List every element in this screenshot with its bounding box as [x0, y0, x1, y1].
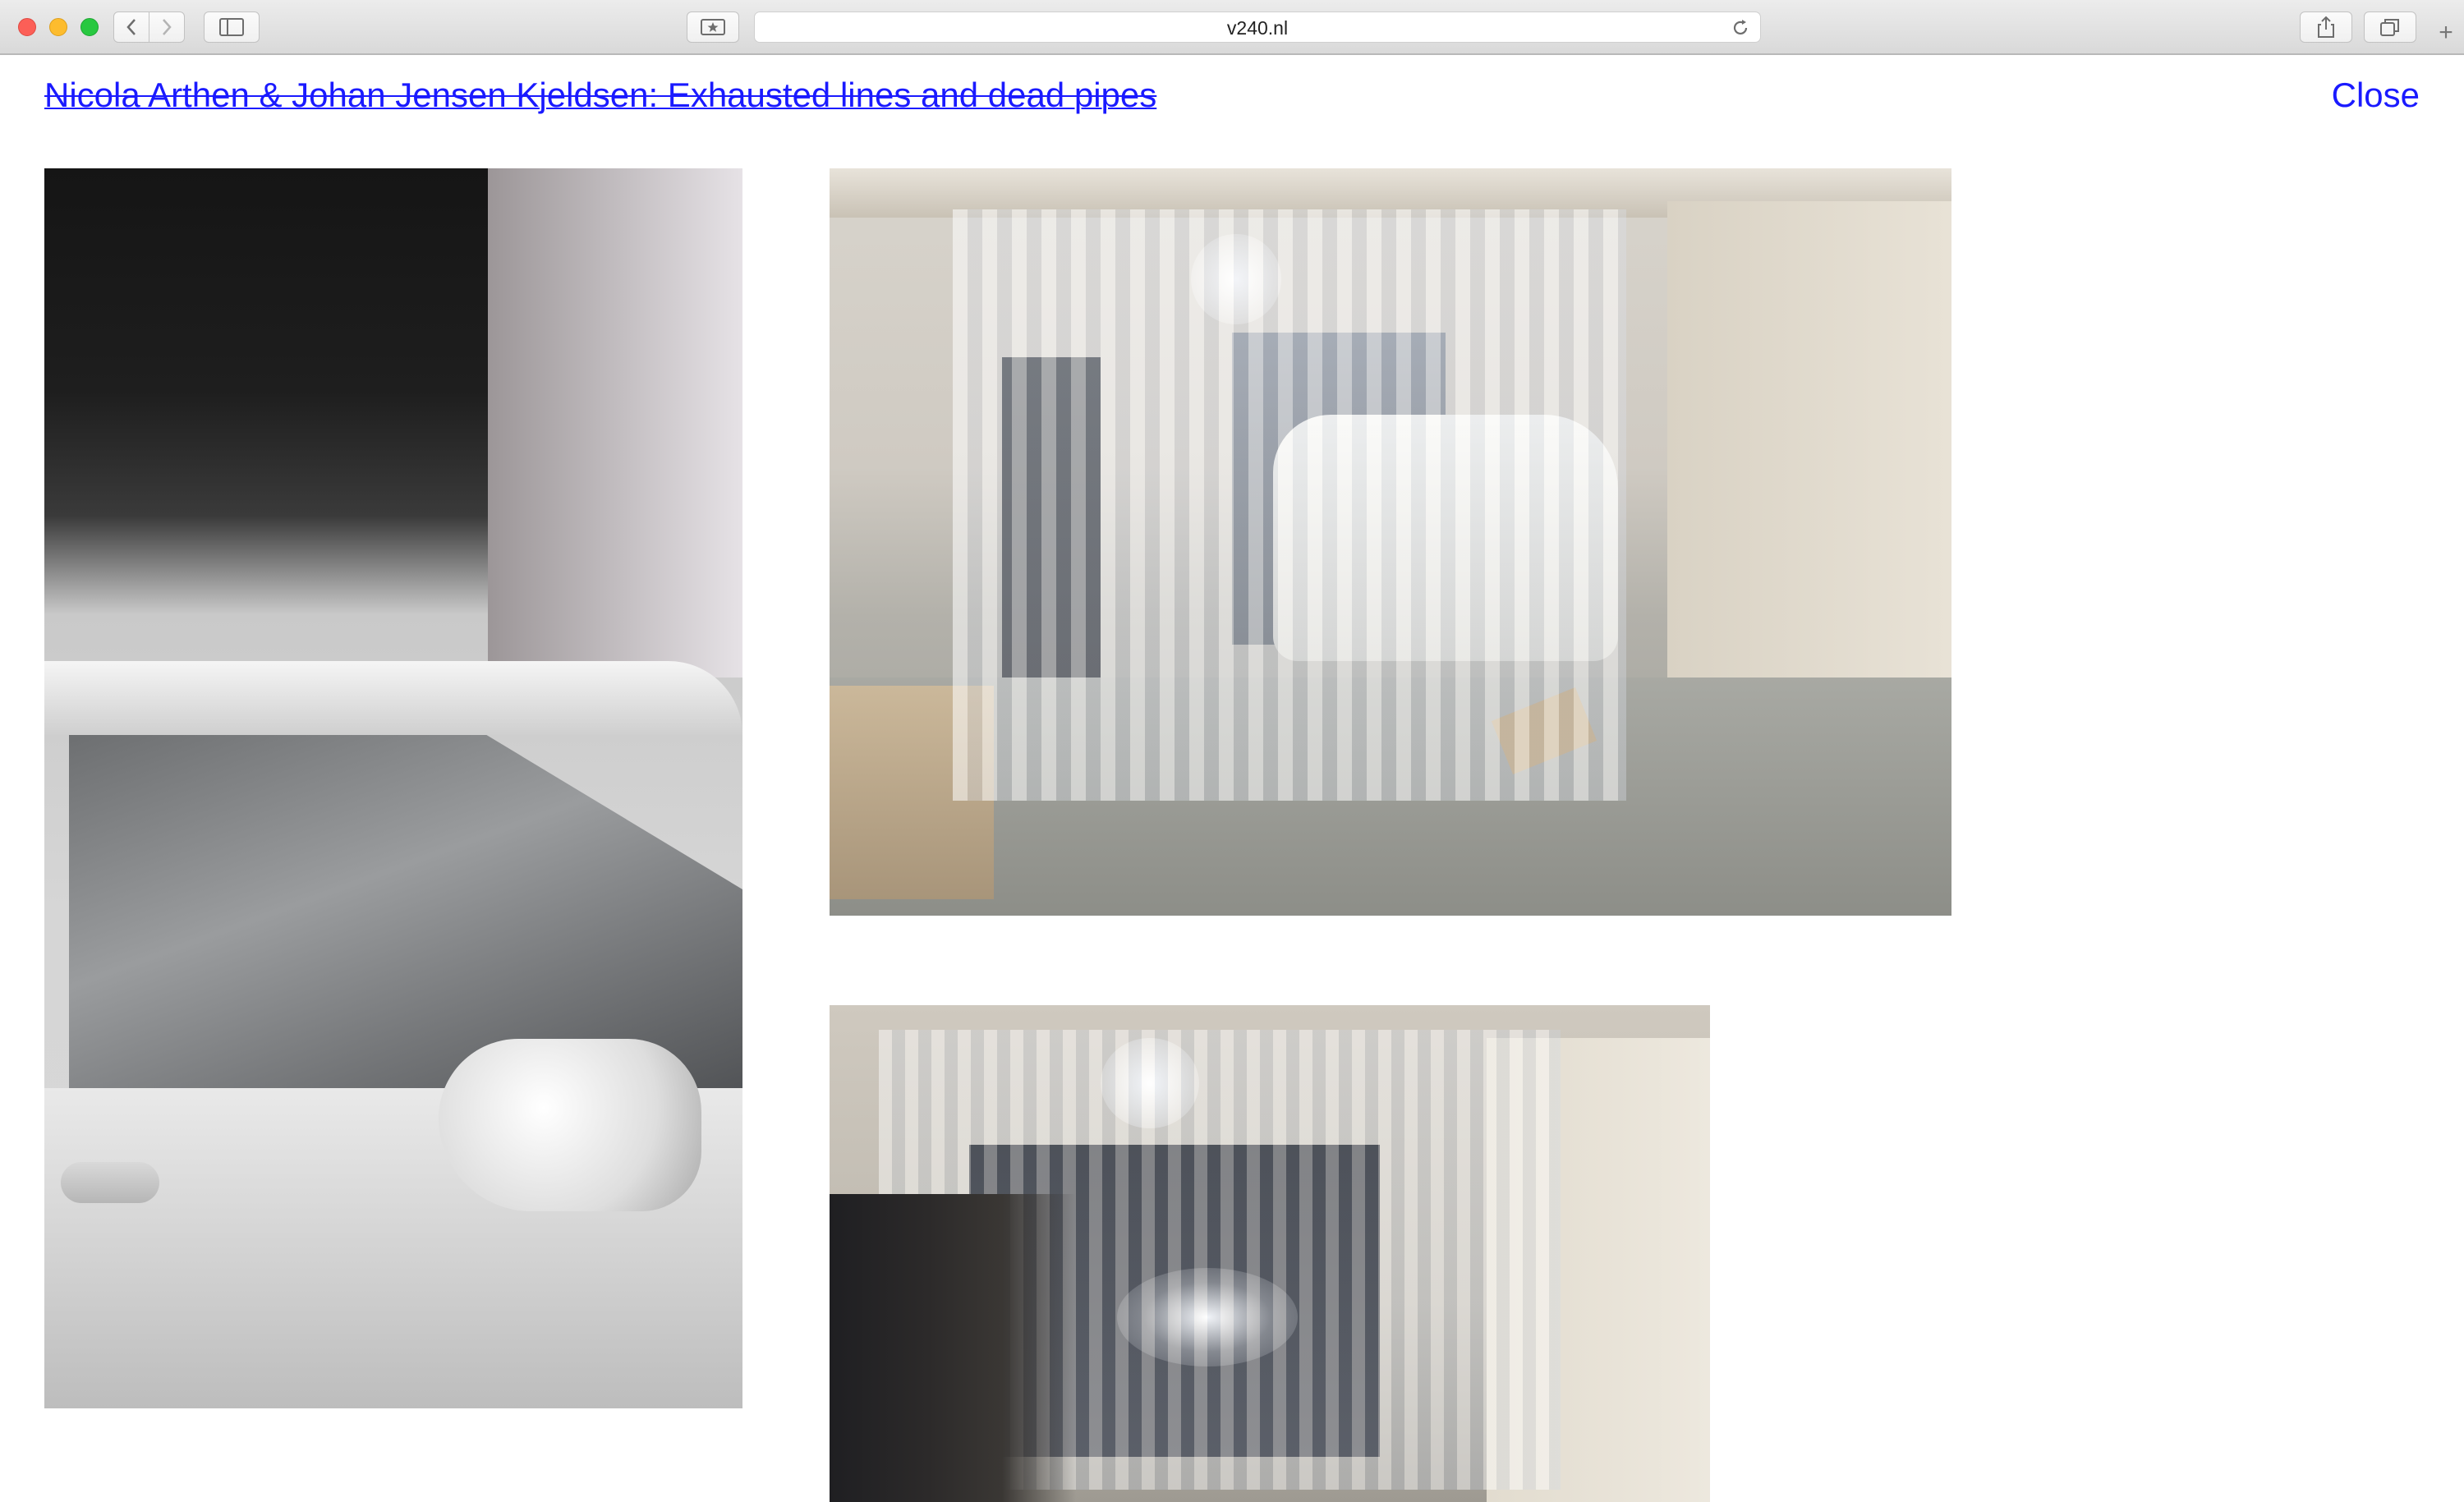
tabs-overview-icon: [2380, 19, 2399, 36]
back-button[interactable]: [113, 11, 149, 43]
browser-toolbar: v240.nl +: [0, 0, 2464, 55]
photo-garage-day[interactable]: [830, 168, 1951, 916]
sidebar-icon: [219, 18, 244, 36]
sidebar-toggle-button[interactable]: [204, 11, 260, 43]
photo-detail: [61, 1162, 159, 1203]
bookmark-star-icon: [701, 19, 725, 35]
url-text: v240.nl: [1226, 17, 1289, 39]
share-icon: [2318, 16, 2334, 38]
share-button[interactable]: [2300, 11, 2352, 43]
chevron-left-icon: [126, 19, 136, 35]
tabs-overview-button[interactable]: [2364, 11, 2416, 43]
photo-detail: [953, 209, 1626, 801]
window-zoom-button[interactable]: [80, 18, 99, 36]
plus-icon: +: [2439, 19, 2453, 46]
reload-icon[interactable]: [1731, 18, 1750, 38]
window-minimize-button[interactable]: [49, 18, 67, 36]
photo-detail: [439, 1039, 701, 1211]
photo-detail: [1667, 201, 1951, 710]
new-tab-button[interactable]: +: [2431, 18, 2461, 48]
address-bar[interactable]: v240.nl: [754, 11, 1761, 43]
close-link[interactable]: Close: [2332, 76, 2420, 115]
photo-detail: [44, 661, 742, 735]
photo-detail: [830, 1194, 1076, 1502]
photo-detail: [488, 168, 742, 678]
chevron-right-icon: [163, 19, 172, 35]
window-close-button[interactable]: [18, 18, 36, 36]
page-title-link[interactable]: Nicola Arthen & Johan Jensen Kjeldsen: E…: [44, 76, 1156, 115]
forward-button[interactable]: [149, 11, 185, 43]
photo-garage-night[interactable]: [830, 1005, 1710, 1502]
photo-car-closeup[interactable]: [44, 168, 742, 1408]
bookmark-button[interactable]: [687, 11, 739, 43]
